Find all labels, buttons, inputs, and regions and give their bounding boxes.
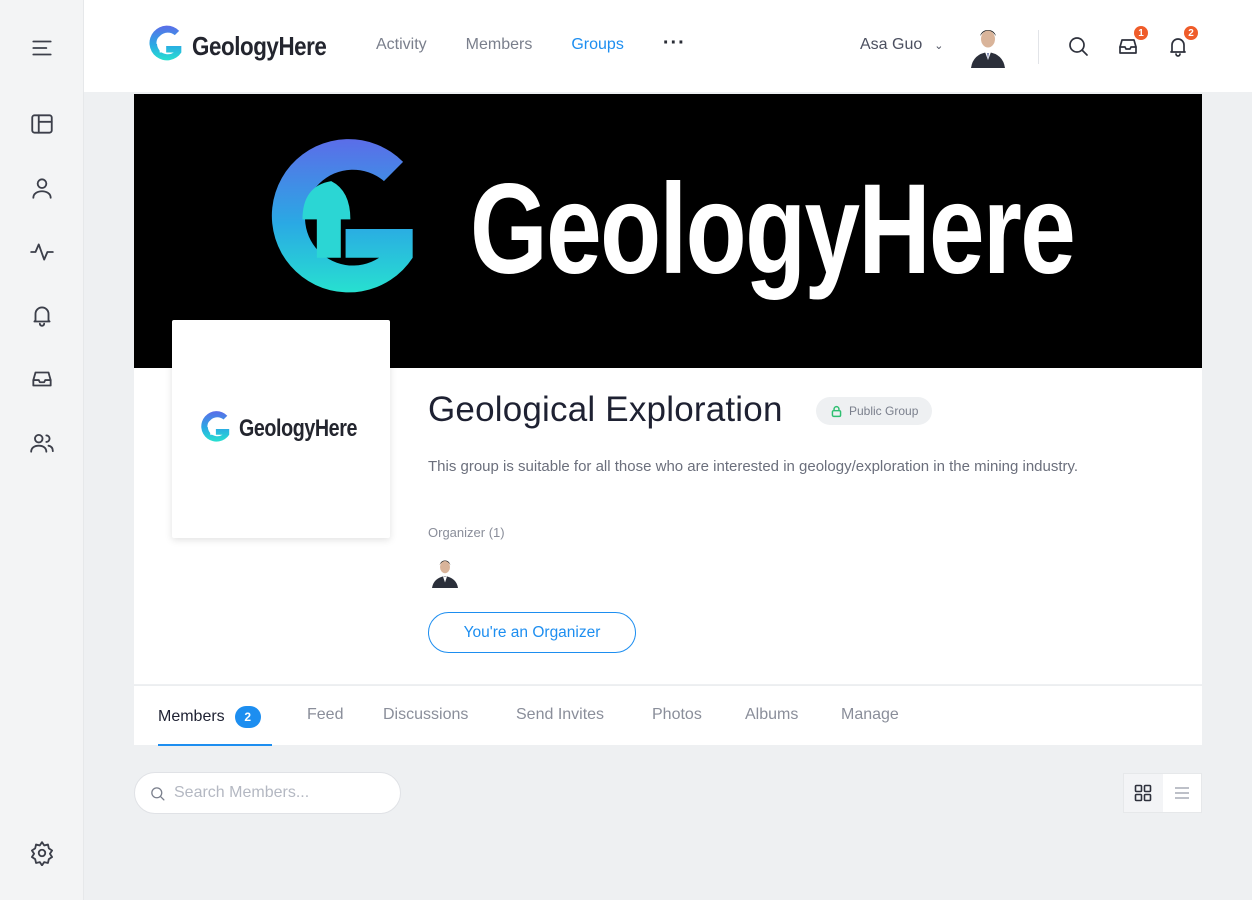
news-feed-icon[interactable]	[27, 109, 57, 139]
cover-logo-mark	[271, 139, 413, 293]
organizer-avatar[interactable]	[430, 556, 460, 588]
lock-icon	[831, 405, 842, 417]
cover-title: GeologyHere	[470, 158, 1076, 301]
activity-icon[interactable]	[27, 237, 57, 267]
group-avatar-text: GeologyHere	[239, 415, 357, 442]
group-tabs: Members 2 Feed Discussions Send Invites …	[134, 685, 1202, 746]
site-logo[interactable]: GeologyHere	[142, 20, 348, 72]
privacy-badge: Public Group	[816, 397, 933, 425]
tab-members[interactable]: Members 2	[158, 706, 261, 728]
grid-view-button[interactable]	[1124, 774, 1163, 812]
tab-members-label: Members	[158, 708, 225, 725]
inbox-icon[interactable]	[27, 364, 57, 394]
group-avatar-logo-mark	[201, 411, 230, 442]
left-rail	[0, 0, 84, 900]
organizer-label: Organizer (1)	[428, 525, 505, 540]
menu-icon[interactable]	[27, 33, 57, 63]
groups-icon[interactable]	[27, 428, 57, 458]
grid-icon	[1134, 784, 1152, 802]
list-icon	[1174, 787, 1189, 799]
messages-count-badge: 1	[1132, 24, 1150, 42]
tab-manage[interactable]: Manage	[841, 706, 899, 724]
search-icon[interactable]	[1066, 34, 1092, 60]
active-tab-indicator	[158, 744, 272, 746]
profile-icon[interactable]	[27, 173, 57, 203]
group-avatar[interactable]: GeologyHere	[172, 320, 390, 538]
list-view-button[interactable]	[1163, 774, 1202, 812]
tab-albums[interactable]: Albums	[745, 706, 798, 724]
main-nav: Activity Members Groups ···	[376, 32, 686, 55]
notifications-icon[interactable]	[27, 300, 57, 330]
group-description: This group is suitable for all those who…	[428, 458, 1079, 475]
messages-icon[interactable]: 1	[1116, 24, 1150, 60]
tab-photos[interactable]: Photos	[652, 706, 702, 724]
tab-send-invites[interactable]: Send Invites	[516, 706, 604, 724]
geologyhere-logo-mark	[149, 25, 182, 61]
privacy-label: Public Group	[849, 404, 919, 418]
top-bar-divider	[1038, 30, 1039, 64]
member-search	[134, 772, 401, 814]
tab-feed[interactable]: Feed	[307, 706, 343, 724]
site-logo-text: GeologyHere	[192, 30, 327, 61]
user-menu[interactable]: Asa Guo ⌄	[860, 36, 943, 54]
user-name: Asa Guo	[860, 36, 923, 53]
nav-members[interactable]: Members	[466, 36, 533, 55]
settings-icon[interactable]	[27, 838, 57, 868]
top-bar: GeologyHere Activity Members Groups ··· …	[84, 0, 1252, 92]
search-icon	[151, 786, 165, 801]
alerts-count-badge: 2	[1182, 24, 1200, 42]
tab-discussions[interactable]: Discussions	[383, 706, 468, 724]
nav-more-icon[interactable]: ···	[663, 32, 686, 55]
chevron-down-icon: ⌄	[934, 39, 944, 52]
view-toggle	[1123, 773, 1202, 813]
members-count-badge: 2	[234, 706, 261, 728]
group-title: Geological Exploration	[428, 390, 783, 429]
search-members-input[interactable]	[174, 784, 374, 802]
bell-icon[interactable]: 2	[1166, 24, 1200, 60]
nav-groups[interactable]: Groups	[571, 36, 623, 55]
user-avatar[interactable]	[968, 24, 1008, 68]
nav-activity[interactable]: Activity	[376, 36, 427, 55]
organizer-button[interactable]: You're an Organizer	[428, 612, 636, 653]
